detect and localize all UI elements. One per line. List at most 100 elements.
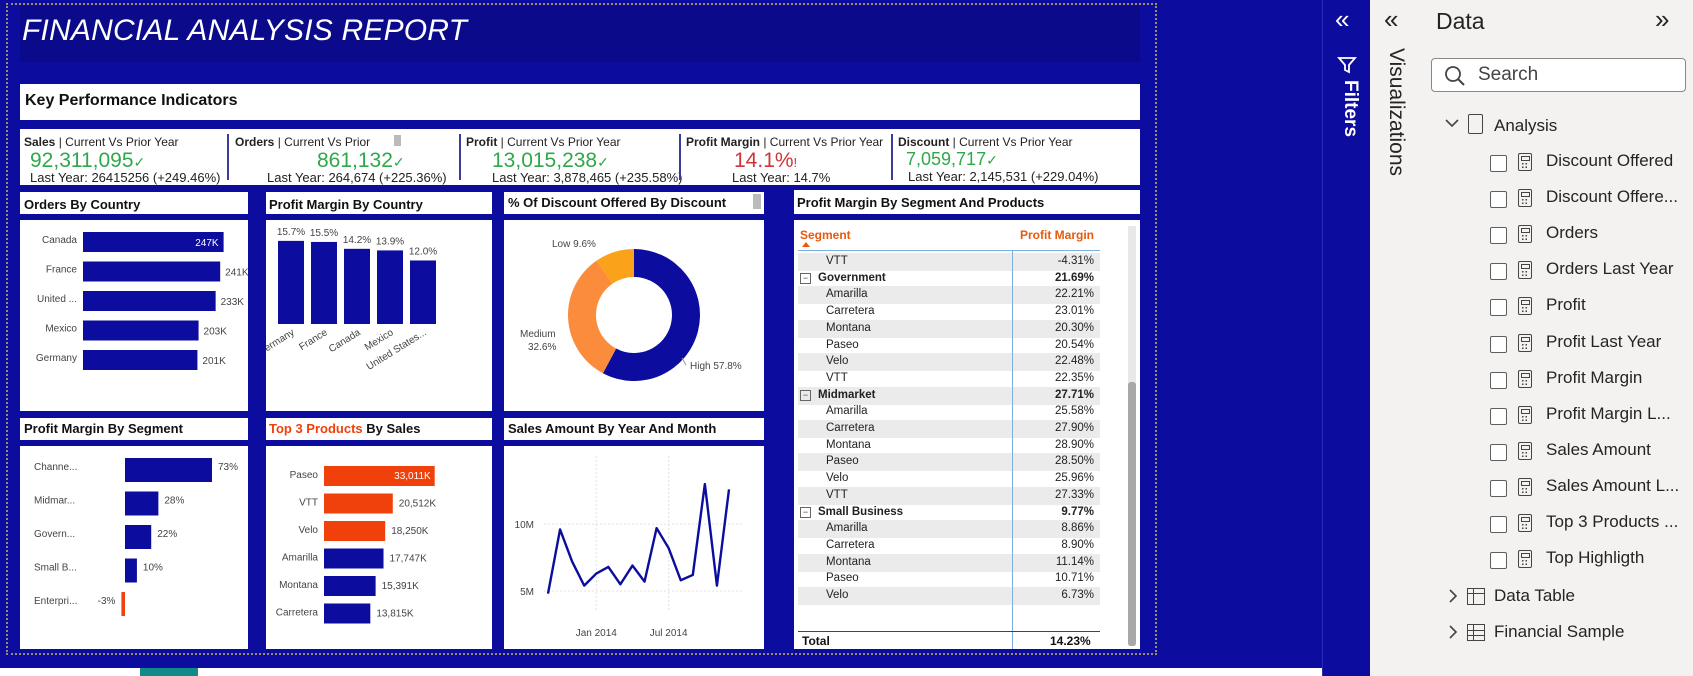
bar: [324, 603, 371, 624]
line-chart: 5M 10M Jan 2014 Jul 2014: [515, 456, 744, 639]
double-chevron-left-icon[interactable]: «: [1335, 4, 1349, 34]
profit-margin-country-chart[interactable]: 15.7% Germany 15.5% France 14.2% Canada 13.9% M…: [256, 220, 492, 411]
field-checkbox[interactable]: [1490, 227, 1507, 245]
field-checkbox[interactable]: [1490, 263, 1507, 281]
top3-products-chart[interactable]: Paseo 33,011K VTT 20,512K Velo 18,250K Amarill…: [266, 446, 492, 649]
matrix-value-cell: 20.30%: [1054, 321, 1094, 334]
chevron-down-icon[interactable]: [1442, 113, 1462, 133]
category-label: United States...: [365, 327, 429, 373]
matrix-segment-cell: Velo: [826, 472, 849, 485]
filters-tab[interactable]: Filters: [1332, 50, 1362, 170]
collapse-icon[interactable]: −: [800, 272, 811, 284]
sales-line-chart[interactable]: 5M 10M Jan 2014 Jul 2014: [504, 446, 764, 649]
column: [311, 241, 337, 324]
field-checkbox[interactable]: [1490, 516, 1507, 533]
column: [344, 248, 370, 324]
collapse-icon[interactable]: −: [800, 506, 811, 518]
matrix-total-label: Total: [802, 634, 830, 648]
search-box[interactable]: Search: [1431, 58, 1686, 92]
matrix-value-cell: 22.48%: [1054, 355, 1094, 368]
field-checkbox[interactable]: [1490, 155, 1507, 172]
slice-label: High 57.8%: [690, 361, 742, 372]
matrix-row[interactable]: Paseo 28.50%: [798, 453, 1100, 472]
matrix-header-profit-margin[interactable]: Profit Margin: [1020, 228, 1094, 242]
matrix-row[interactable]: VTT 22.35%: [798, 370, 1100, 388]
category-label: France: [46, 265, 78, 276]
kpi-divider: [459, 134, 461, 180]
tree-table-financial-sample[interactable]: Financial Sample: [1494, 622, 1624, 642]
kpi-card-sales[interactable]: Sales | Current Vs Prior Year 92,311,095…: [24, 135, 220, 185]
profit-margin-by-segment-title: Profit Margin By Segment: [24, 421, 183, 436]
double-chevron-left-icon[interactable]: «: [1384, 4, 1398, 34]
bar: [125, 525, 152, 549]
matrix-segment-cell: Amarilla: [826, 288, 868, 301]
kpi-last-year: Last Year: 2,145,531 (+229.04%): [908, 169, 1099, 184]
field-checkbox[interactable]: [1490, 479, 1507, 497]
matrix-group-row[interactable]: − Small Business 9.77%: [798, 504, 1100, 522]
bar: [324, 493, 393, 514]
matrix-row[interactable]: Paseo 20.54%: [798, 337, 1100, 355]
chevron-right-icon[interactable]: [1445, 622, 1461, 642]
profit-margin-segment-chart[interactable]: Channe... 73% Midmar... 28% Govern... 22% Smal…: [20, 446, 248, 649]
search-input[interactable]: Search: [1478, 64, 1538, 86]
matrix-row[interactable]: Paseo 10.71%: [798, 570, 1100, 588]
tree-root-analysis[interactable]: Analysis: [1494, 116, 1557, 136]
tree-table-data-table[interactable]: Data Table: [1494, 586, 1575, 606]
matrix-row[interactable]: Montana 20.30%: [798, 319, 1100, 338]
matrix-segment-cell: Paseo: [826, 455, 859, 468]
matrix-row[interactable]: Montana 11.14%: [798, 553, 1100, 572]
kpi-card-profit[interactable]: Profit | Current Vs Prior Year 13,015,23…: [466, 135, 682, 185]
matrix-value-cell: 28.90%: [1054, 438, 1094, 451]
matrix-row[interactable]: Velo 6.73%: [798, 587, 1100, 605]
page-tab-active[interactable]: [140, 668, 198, 676]
kpi-value: 7,059,717✓: [906, 149, 998, 169]
collapse-icon[interactable]: −: [800, 389, 811, 401]
matrix-row[interactable]: Amarilla 8.86%: [798, 520, 1100, 539]
matrix-row[interactable]: Velo 25.96%: [798, 470, 1100, 488]
matrix-row[interactable]: Carretera 8.90%: [798, 537, 1100, 555]
category-label: Channe...: [34, 462, 77, 473]
double-chevron-right-icon[interactable]: »: [1655, 4, 1669, 34]
field-label: Profit Margin: [1546, 367, 1643, 387]
field-label: Top 3 Products ...: [1546, 512, 1679, 531]
calculator-icon: [1518, 225, 1532, 244]
visualizations-label[interactable]: Visualizations: [1384, 48, 1408, 176]
matrix-row[interactable]: VTT -4.31%: [798, 253, 1100, 271]
category-label: Carretera: [276, 608, 319, 619]
bar: [324, 548, 384, 569]
discount-donut-chart[interactable]: High 57.8% Medium 32.6% Low 9.6%: [504, 220, 764, 411]
field-label: Profit Last Year: [1546, 331, 1662, 351]
field-label: Discount Offered: [1546, 151, 1674, 170]
matrix-row[interactable]: Montana 28.90%: [798, 437, 1100, 455]
matrix-row[interactable]: Amarilla 22.21%: [798, 286, 1100, 305]
kpi-card-profit-margin[interactable]: Profit Margin | Current Vs Prior Year 14…: [686, 135, 883, 185]
orders-by-country-chart[interactable]: Canada 247K France 241K United ... 233K Mexico…: [20, 220, 249, 411]
matrix-row[interactable]: Carretera 23.01%: [798, 303, 1100, 321]
field-checkbox[interactable]: [1490, 443, 1507, 461]
scroll-thumb[interactable]: [753, 194, 761, 209]
matrix-header-segment[interactable]: Segment: [800, 228, 851, 242]
field-label: Sales Amount L...: [1546, 475, 1680, 495]
kpi-card-discount[interactable]: Discount | Current Vs Prior Year 7,059,7…: [898, 135, 1098, 184]
field-checkbox[interactable]: [1490, 299, 1507, 317]
scroll-thumb[interactable]: [393, 135, 401, 146]
field-checkbox[interactable]: [1490, 407, 1507, 425]
matrix-group-row[interactable]: − Government 21.69%: [798, 270, 1100, 288]
field-checkbox[interactable]: [1490, 335, 1507, 353]
data-label: 13,815K: [376, 609, 414, 620]
matrix-segment-cell: Carretera: [826, 422, 875, 434]
matrix-row[interactable]: Carretera 27.90%: [798, 420, 1100, 438]
matrix-row[interactable]: Velo 22.48%: [798, 353, 1100, 372]
orders-by-country-title: Orders By Country: [24, 197, 141, 212]
matrix-group-row[interactable]: − Midmarket 27.71%: [798, 386, 1100, 405]
matrix-row[interactable]: VTT 27.33%: [798, 486, 1100, 505]
kpi-card-orders[interactable]: Orders | Current Vs Prior 861,132✓ Last …: [235, 135, 447, 185]
matrix-scrollbar-thumb[interactable]: [1128, 382, 1136, 646]
field-checkbox[interactable]: [1490, 191, 1507, 209]
chevron-right-icon[interactable]: [1445, 586, 1461, 606]
sort-ascending-icon[interactable]: [802, 242, 810, 247]
kpi-section-title: Key Performance Indicators: [25, 92, 238, 109]
matrix-row[interactable]: Amarilla 25.58%: [798, 403, 1100, 421]
field-checkbox[interactable]: [1490, 552, 1507, 570]
field-checkbox[interactable]: [1490, 371, 1507, 389]
